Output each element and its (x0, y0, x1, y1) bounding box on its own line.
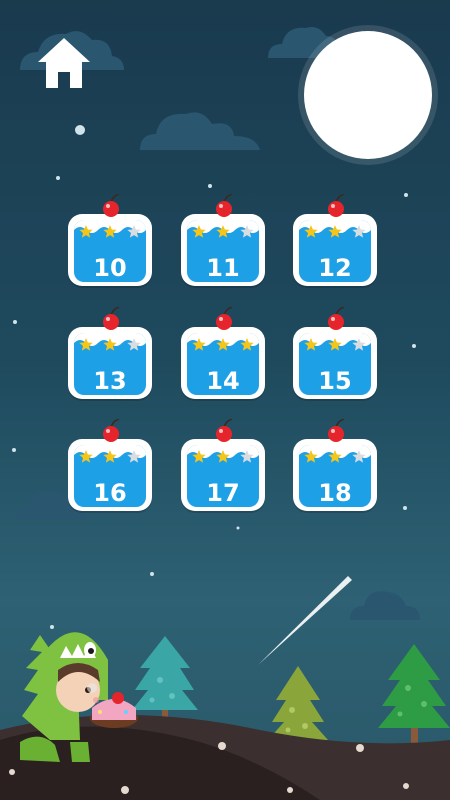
cherry-icon (103, 194, 120, 217)
level-number: 12 (318, 254, 352, 282)
cherry-icon (216, 194, 233, 217)
level-button-10[interactable]: 10 (68, 194, 152, 286)
cherry-icon (103, 419, 120, 442)
star-filled-icon (328, 450, 342, 463)
star-rating (304, 225, 366, 238)
shooting-star (258, 576, 352, 665)
level-tile-frame: 14 (181, 327, 265, 399)
star-filled-icon (240, 338, 254, 351)
level-number: 13 (93, 367, 127, 395)
level-tile-frame: 16 (68, 439, 152, 511)
level-button-17[interactable]: 17 (181, 419, 265, 511)
star-empty-icon (127, 225, 141, 238)
tree-teal (132, 636, 198, 722)
star-rating (304, 450, 366, 463)
star-empty-icon (127, 338, 141, 351)
moon (304, 31, 432, 159)
cherry-icon (216, 307, 233, 330)
night-background (0, 25, 450, 800)
star-filled-icon (103, 450, 117, 463)
level-button-18[interactable]: 18 (293, 419, 377, 511)
star-filled-icon (79, 450, 93, 463)
star-rating (304, 338, 366, 351)
level-button-12[interactable]: 12 (293, 194, 377, 286)
cherry-icon (216, 419, 233, 442)
star-empty-icon (240, 225, 254, 238)
star-empty-icon (352, 225, 366, 238)
level-number: 10 (93, 254, 127, 282)
tree-green (378, 644, 450, 744)
level-number: 16 (93, 479, 127, 507)
level-button-11[interactable]: 11 (181, 194, 265, 286)
star-filled-icon (328, 225, 342, 238)
level-button-16[interactable]: 16 (68, 419, 152, 511)
home-button[interactable] (36, 36, 92, 90)
star-filled-icon (192, 450, 206, 463)
star-filled-icon (79, 225, 93, 238)
cherry-icon (103, 307, 120, 330)
star-filled-icon (304, 338, 318, 351)
cherry-icon (328, 307, 345, 330)
star-rating (192, 450, 254, 463)
star-empty-icon (352, 450, 366, 463)
star-empty-icon (352, 338, 366, 351)
star-rating (192, 225, 254, 238)
level-tile-frame: 17 (181, 439, 265, 511)
level-tile-frame: 18 (293, 439, 377, 511)
star-filled-icon (192, 338, 206, 351)
level-button-15[interactable]: 15 (293, 307, 377, 399)
home-icon (38, 38, 90, 88)
star-filled-icon (304, 450, 318, 463)
level-tile-frame: 11 (181, 214, 265, 286)
cherry-icon (328, 194, 345, 217)
star-empty-icon (127, 450, 141, 463)
star-filled-icon (216, 225, 230, 238)
cherry-icon (328, 419, 345, 442)
star-rating (192, 338, 254, 351)
star-rating (79, 338, 141, 351)
star-filled-icon (103, 338, 117, 351)
level-number: 14 (206, 367, 240, 395)
star-filled-icon (103, 225, 117, 238)
star-rating (79, 450, 141, 463)
star-empty-icon (240, 450, 254, 463)
level-number: 11 (206, 254, 240, 282)
star-filled-icon (304, 225, 318, 238)
star-filled-icon (216, 450, 230, 463)
level-button-14[interactable]: 14 (181, 307, 265, 399)
star-filled-icon (192, 225, 206, 238)
level-tile-frame: 13 (68, 327, 152, 399)
star-filled-icon (79, 338, 93, 351)
level-tile-frame: 12 (293, 214, 377, 286)
level-number: 18 (318, 479, 352, 507)
level-number: 17 (206, 479, 240, 507)
level-tile-frame: 15 (293, 327, 377, 399)
star-filled-icon (328, 338, 342, 351)
level-number: 15 (318, 367, 352, 395)
star-rating (79, 225, 141, 238)
star-filled-icon (216, 338, 230, 351)
level-button-13[interactable]: 13 (68, 307, 152, 399)
level-tile-frame: 10 (68, 214, 152, 286)
game-scene: 10 11 12 13 14 15 16 17 18 (0, 0, 450, 800)
